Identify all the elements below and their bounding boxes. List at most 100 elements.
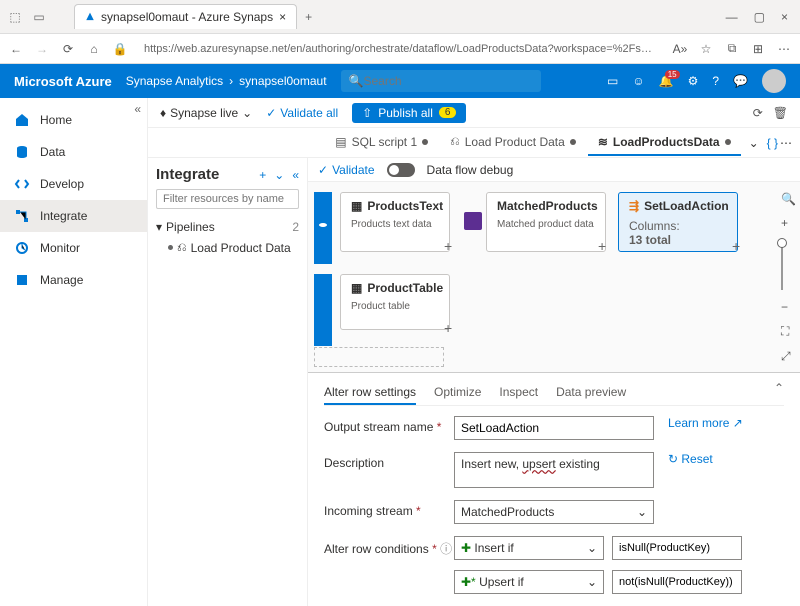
home-icon xyxy=(14,112,30,128)
info-icon[interactable]: ⓘ xyxy=(440,542,452,556)
back-icon[interactable]: ← xyxy=(8,41,24,57)
settings-tab-inspect[interactable]: Inspect xyxy=(499,381,538,405)
add-step-button[interactable]: + xyxy=(732,238,740,254)
branch-icon: ♦ xyxy=(160,106,166,120)
expand-icon[interactable]: ⌄ xyxy=(274,168,284,182)
condition-type-dropdown[interactable]: ✚ Insert if⌄ xyxy=(454,536,604,560)
tab-menu-icon[interactable]: ⌄ xyxy=(743,136,765,150)
rail-data[interactable]: Data xyxy=(0,136,147,168)
rail-manage[interactable]: Manage xyxy=(0,264,147,296)
node-setloadaction[interactable]: ⇶SetLoadAction Columns:13 total xyxy=(618,192,738,252)
filter-input[interactable] xyxy=(156,189,299,209)
tab-dataflow[interactable]: ≋LoadProductsData xyxy=(588,130,741,156)
favorite-icon[interactable]: ☆ xyxy=(698,41,714,57)
validate-all-button[interactable]: ✓Validate all xyxy=(266,106,338,120)
publish-all-button[interactable]: ⇧Publish all6 xyxy=(352,103,466,123)
delete-icon[interactable]: 🗑 xyxy=(773,106,788,120)
cloud-shell-icon[interactable]: ▭ xyxy=(607,74,618,88)
debug-toggle[interactable] xyxy=(387,163,415,177)
validate-button[interactable]: ✓Validate xyxy=(318,163,375,177)
rail-home[interactable]: Home xyxy=(0,104,147,136)
develop-icon xyxy=(14,176,30,192)
search-canvas-icon[interactable]: 🔍 xyxy=(781,192,796,206)
browser-tab-icon[interactable]: ▭ xyxy=(32,10,46,24)
close-icon[interactable]: × xyxy=(279,10,286,24)
reset-button[interactable]: ↻ Reset xyxy=(668,452,713,466)
global-search[interactable]: 🔍 xyxy=(341,70,541,92)
json-icon[interactable]: { } xyxy=(767,136,778,150)
rail-monitor[interactable]: Monitor xyxy=(0,232,147,264)
search-input[interactable] xyxy=(363,74,532,88)
integrate-icon xyxy=(14,208,30,224)
join-node-icon[interactable] xyxy=(464,212,482,230)
more-tabs-icon[interactable]: ⋯ xyxy=(780,136,792,150)
fullscreen-icon[interactable]: ⤢ xyxy=(781,349,796,364)
close-window-icon[interactable]: × xyxy=(781,10,788,24)
add-step-button[interactable]: + xyxy=(444,320,452,336)
tab-pipeline[interactable]: ⎌Load Product Data xyxy=(440,129,586,156)
dataflow-canvas[interactable]: ▦ProductsText Products text data + Match… xyxy=(308,182,800,372)
settings-tab-preview[interactable]: Data preview xyxy=(556,381,626,405)
fit-icon[interactable]: ⛶ xyxy=(781,324,796,339)
rail-develop[interactable]: Develop xyxy=(0,168,147,200)
zoom-slider[interactable] xyxy=(781,240,783,290)
feedback-icon[interactable]: ☺ xyxy=(632,74,644,88)
rail-integrate[interactable]: Integrate xyxy=(0,200,147,232)
home-icon[interactable]: ⌂ xyxy=(86,41,102,57)
pipeline-icon: ⎌ xyxy=(177,240,187,255)
settings-tab-alterrow[interactable]: Alter row settings xyxy=(324,381,416,405)
source-handle[interactable] xyxy=(314,192,332,264)
collections-icon[interactable]: ⊞ xyxy=(750,41,766,57)
dirty-dot xyxy=(422,139,428,145)
refresh-icon[interactable]: ⟳ xyxy=(60,41,76,57)
node-productstext[interactable]: ▦ProductsText Products text data xyxy=(340,192,450,252)
zoom-out-icon[interactable]: − xyxy=(781,300,796,314)
settings-icon[interactable]: ⚙ xyxy=(688,74,699,88)
output-stream-input[interactable] xyxy=(454,416,654,440)
maximize-icon[interactable]: ▢ xyxy=(754,10,765,24)
collapse-panel-icon[interactable]: « xyxy=(292,168,299,182)
add-source-placeholder[interactable] xyxy=(314,347,444,367)
add-button[interactable]: + xyxy=(259,168,266,182)
refresh-icon[interactable]: ⟳ xyxy=(753,106,763,120)
brand[interactable]: Microsoft Azure xyxy=(14,74,112,89)
add-step-button[interactable]: + xyxy=(598,238,606,254)
node-matchedproducts[interactable]: MatchedProducts Matched product data xyxy=(486,192,606,252)
avatar[interactable] xyxy=(762,69,786,93)
lock-icon[interactable]: 🔒 xyxy=(112,41,128,57)
more-icon[interactable]: ⋯ xyxy=(776,41,792,57)
minimize-icon[interactable]: — xyxy=(726,10,738,24)
condition-expression-input[interactable] xyxy=(612,570,742,594)
add-step-button[interactable]: + xyxy=(444,238,452,254)
notifications-icon[interactable]: 🔔15 xyxy=(659,74,674,88)
chevron-right-icon: › xyxy=(229,74,233,88)
breadcrumb-workspace[interactable]: synapsel0omaut xyxy=(239,74,326,88)
tab-sql-script[interactable]: ▤SQL script 1 xyxy=(325,130,438,156)
label-conditions: Alter row conditions * ⓘ xyxy=(324,536,454,557)
plus-icon: ✚ xyxy=(461,541,471,555)
learn-more-link[interactable]: Learn more ↗ xyxy=(668,416,743,430)
new-tab-button[interactable]: + xyxy=(305,10,312,24)
description-textarea[interactable]: Insert new, upsert existing xyxy=(454,452,654,488)
breadcrumb-root[interactable]: Synapse Analytics xyxy=(126,74,223,88)
node-producttable[interactable]: ▦ProductTable Product table xyxy=(340,274,450,330)
incoming-stream-dropdown[interactable]: MatchedProducts⌄ xyxy=(454,500,654,524)
collapse-settings-icon[interactable]: ⌃ xyxy=(774,381,784,395)
condition-expression-input[interactable] xyxy=(612,536,742,560)
browser-tab[interactable]: synapsel0omaut - Azure Synaps × xyxy=(74,4,297,29)
pipeline-icon: ⎌ xyxy=(450,134,460,149)
tree-item[interactable]: ⎌Load Product Data xyxy=(156,237,299,258)
source-handle[interactable] xyxy=(314,274,332,346)
zoom-in-icon[interactable]: + xyxy=(781,216,796,230)
branch-selector[interactable]: ♦Synapse live ⌄ xyxy=(160,106,252,120)
url-text[interactable]: https://web.azuresynapse.net/en/authorin… xyxy=(138,43,662,55)
read-aloud-icon[interactable]: A» xyxy=(672,41,688,57)
condition-type-dropdown[interactable]: ✚* Upsert if⌄ xyxy=(454,570,604,594)
feedback2-icon[interactable]: 💬 xyxy=(733,74,748,88)
settings-tab-optimize[interactable]: Optimize xyxy=(434,381,481,405)
tree-pipelines[interactable]: ▾Pipelines2 xyxy=(156,217,299,237)
help-icon[interactable]: ? xyxy=(712,74,719,88)
browser-back-icon[interactable]: ⬚ xyxy=(8,10,22,24)
extensions-icon[interactable]: ⧉ xyxy=(724,41,740,57)
collapse-rail-icon[interactable]: « xyxy=(134,102,141,116)
